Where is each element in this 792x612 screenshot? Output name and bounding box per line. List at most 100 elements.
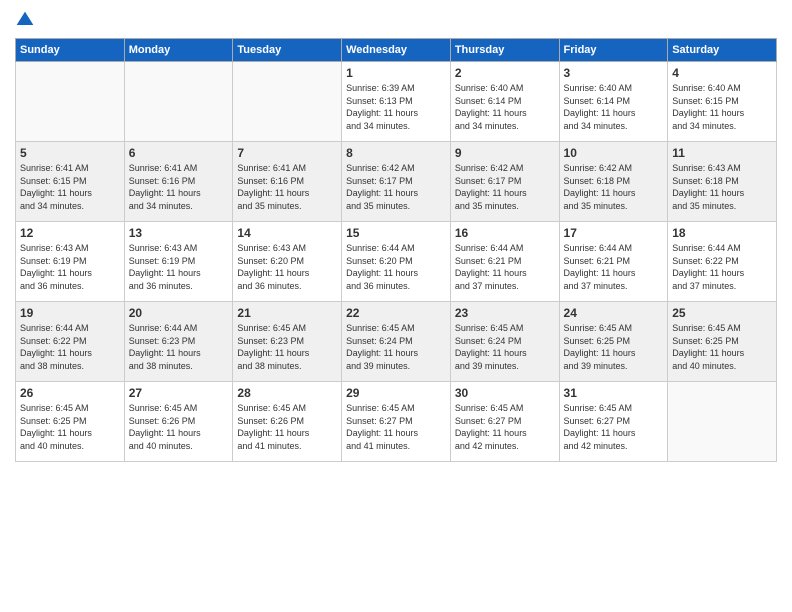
logo (15, 10, 39, 30)
day-info: Sunrise: 6:39 AM Sunset: 6:13 PM Dayligh… (346, 82, 446, 132)
day-info: Sunrise: 6:45 AM Sunset: 6:26 PM Dayligh… (129, 402, 229, 452)
calendar-cell: 24 Sunrise: 6:45 AM Sunset: 6:25 PM Dayli… (559, 302, 668, 382)
calendar-cell: 27 Sunrise: 6:45 AM Sunset: 6:26 PM Dayli… (124, 382, 233, 462)
weekday-header-wednesday: Wednesday (342, 39, 451, 62)
day-info: Sunrise: 6:45 AM Sunset: 6:25 PM Dayligh… (564, 322, 664, 372)
day-number: 1 (346, 66, 446, 80)
calendar-cell (16, 62, 125, 142)
calendar-cell: 20 Sunrise: 6:44 AM Sunset: 6:23 PM Dayli… (124, 302, 233, 382)
day-number: 27 (129, 386, 229, 400)
day-info: Sunrise: 6:45 AM Sunset: 6:27 PM Dayligh… (564, 402, 664, 452)
calendar-cell (233, 62, 342, 142)
day-number: 4 (672, 66, 772, 80)
day-number: 18 (672, 226, 772, 240)
calendar-cell: 22Sunrise: 6:45 AM Sunset: 6:24 PM Dayli… (342, 302, 451, 382)
day-info: Sunrise: 6:44 AM Sunset: 6:23 PM Dayligh… (129, 322, 229, 372)
calendar-cell: 19 Sunrise: 6:44 AM Sunset: 6:22 PM Dayli… (16, 302, 125, 382)
calendar-cell: 15 Sunrise: 6:44 AM Sunset: 6:20 PM Dayli… (342, 222, 451, 302)
calendar-cell (668, 382, 777, 462)
day-number: 11 (672, 146, 772, 160)
calendar-cell: 5 Sunrise: 6:41 AM Sunset: 6:15 PM Daylig… (16, 142, 125, 222)
calendar-cell: 10 Sunrise: 6:42 AM Sunset: 6:18 PM Dayli… (559, 142, 668, 222)
day-info: Sunrise: 6:42 AM Sunset: 6:17 PM Dayligh… (346, 162, 446, 212)
calendar-cell: 29 Sunrise: 6:45 AM Sunset: 6:27 PM Dayli… (342, 382, 451, 462)
day-info: Sunrise: 6:43 AM Sunset: 6:18 PM Dayligh… (672, 162, 772, 212)
day-info: Sunrise: 6:44 AM Sunset: 6:22 PM Dayligh… (20, 322, 120, 372)
day-number: 28 (237, 386, 337, 400)
calendar-cell: 14 Sunrise: 6:43 AM Sunset: 6:20 PM Dayli… (233, 222, 342, 302)
day-number: 19 (20, 306, 120, 320)
calendar-cell: 12 Sunrise: 6:43 AM Sunset: 6:19 PM Dayli… (16, 222, 125, 302)
day-number: 3 (564, 66, 664, 80)
calendar-cell: 18 Sunrise: 6:44 AM Sunset: 6:22 PM Dayli… (668, 222, 777, 302)
calendar-cell: 31 Sunrise: 6:45 AM Sunset: 6:27 PM Dayli… (559, 382, 668, 462)
day-info: Sunrise: 6:44 AM Sunset: 6:20 PM Dayligh… (346, 242, 446, 292)
day-info: Sunrise: 6:43 AM Sunset: 6:19 PM Dayligh… (20, 242, 120, 292)
calendar-cell: 17 Sunrise: 6:44 AM Sunset: 6:21 PM Dayli… (559, 222, 668, 302)
calendar-cell: 25Sunrise: 6:45 AM Sunset: 6:25 PM Dayli… (668, 302, 777, 382)
week-row-2: 5 Sunrise: 6:41 AM Sunset: 6:15 PM Daylig… (16, 142, 777, 222)
day-number: 5 (20, 146, 120, 160)
day-number: 10 (564, 146, 664, 160)
day-number: 26 (20, 386, 120, 400)
calendar-cell: 7 Sunrise: 6:41 AM Sunset: 6:16 PM Daylig… (233, 142, 342, 222)
day-info: Sunrise: 6:45 AM Sunset: 6:25 PM Dayligh… (20, 402, 120, 452)
day-number: 23 (455, 306, 555, 320)
day-number: 24 (564, 306, 664, 320)
day-info: Sunrise: 6:45 AM Sunset: 6:27 PM Dayligh… (455, 402, 555, 452)
day-number: 20 (129, 306, 229, 320)
calendar-table: SundayMondayTuesdayWednesdayThursdayFrid… (15, 38, 777, 462)
calendar-cell: 11 Sunrise: 6:43 AM Sunset: 6:18 PM Dayli… (668, 142, 777, 222)
calendar-cell (124, 62, 233, 142)
day-info: Sunrise: 6:40 AM Sunset: 6:14 PM Dayligh… (564, 82, 664, 132)
day-number: 6 (129, 146, 229, 160)
day-info: Sunrise: 6:44 AM Sunset: 6:22 PM Dayligh… (672, 242, 772, 292)
day-number: 17 (564, 226, 664, 240)
calendar-cell: 1 Sunrise: 6:39 AM Sunset: 6:13 PM Daylig… (342, 62, 451, 142)
weekday-header-monday: Monday (124, 39, 233, 62)
day-info: Sunrise: 6:43 AM Sunset: 6:19 PM Dayligh… (129, 242, 229, 292)
weekday-header-tuesday: Tuesday (233, 39, 342, 62)
day-number: 7 (237, 146, 337, 160)
day-number: 29 (346, 386, 446, 400)
day-info: Sunrise: 6:41 AM Sunset: 6:16 PM Dayligh… (237, 162, 337, 212)
calendar-cell: 2Sunrise: 6:40 AM Sunset: 6:14 PM Daylig… (450, 62, 559, 142)
weekday-header-row: SundayMondayTuesdayWednesdayThursdayFrid… (16, 39, 777, 62)
weekday-header-thursday: Thursday (450, 39, 559, 62)
day-number: 2 (455, 66, 555, 80)
day-number: 14 (237, 226, 337, 240)
day-number: 21 (237, 306, 337, 320)
calendar-cell: 4 Sunrise: 6:40 AM Sunset: 6:15 PM Daylig… (668, 62, 777, 142)
day-number: 30 (455, 386, 555, 400)
day-number: 31 (564, 386, 664, 400)
day-info: Sunrise: 6:45 AM Sunset: 6:25 PM Dayligh… (672, 322, 772, 372)
calendar-cell: 8Sunrise: 6:42 AM Sunset: 6:17 PM Daylig… (342, 142, 451, 222)
day-info: Sunrise: 6:40 AM Sunset: 6:15 PM Dayligh… (672, 82, 772, 132)
week-row-1: 1 Sunrise: 6:39 AM Sunset: 6:13 PM Daylig… (16, 62, 777, 142)
week-row-4: 19 Sunrise: 6:44 AM Sunset: 6:22 PM Dayli… (16, 302, 777, 382)
calendar-cell: 28 Sunrise: 6:45 AM Sunset: 6:26 PM Dayli… (233, 382, 342, 462)
calendar-cell: 9Sunrise: 6:42 AM Sunset: 6:17 PM Daylig… (450, 142, 559, 222)
weekday-header-sunday: Sunday (16, 39, 125, 62)
calendar-cell: 6 Sunrise: 6:41 AM Sunset: 6:16 PM Daylig… (124, 142, 233, 222)
week-row-3: 12 Sunrise: 6:43 AM Sunset: 6:19 PM Dayli… (16, 222, 777, 302)
weekday-header-friday: Friday (559, 39, 668, 62)
day-number: 16 (455, 226, 555, 240)
day-info: Sunrise: 6:45 AM Sunset: 6:24 PM Dayligh… (346, 322, 446, 372)
day-info: Sunrise: 6:44 AM Sunset: 6:21 PM Dayligh… (455, 242, 555, 292)
calendar-cell: 21 Sunrise: 6:45 AM Sunset: 6:23 PM Dayli… (233, 302, 342, 382)
day-info: Sunrise: 6:41 AM Sunset: 6:15 PM Dayligh… (20, 162, 120, 212)
day-info: Sunrise: 6:45 AM Sunset: 6:23 PM Dayligh… (237, 322, 337, 372)
day-number: 12 (20, 226, 120, 240)
day-info: Sunrise: 6:43 AM Sunset: 6:20 PM Dayligh… (237, 242, 337, 292)
day-info: Sunrise: 6:45 AM Sunset: 6:27 PM Dayligh… (346, 402, 446, 452)
day-info: Sunrise: 6:42 AM Sunset: 6:18 PM Dayligh… (564, 162, 664, 212)
day-info: Sunrise: 6:45 AM Sunset: 6:26 PM Dayligh… (237, 402, 337, 452)
day-info: Sunrise: 6:41 AM Sunset: 6:16 PM Dayligh… (129, 162, 229, 212)
weekday-header-saturday: Saturday (668, 39, 777, 62)
day-number: 9 (455, 146, 555, 160)
day-info: Sunrise: 6:44 AM Sunset: 6:21 PM Dayligh… (564, 242, 664, 292)
day-number: 13 (129, 226, 229, 240)
calendar-cell: 30 Sunrise: 6:45 AM Sunset: 6:27 PM Dayli… (450, 382, 559, 462)
day-number: 15 (346, 226, 446, 240)
